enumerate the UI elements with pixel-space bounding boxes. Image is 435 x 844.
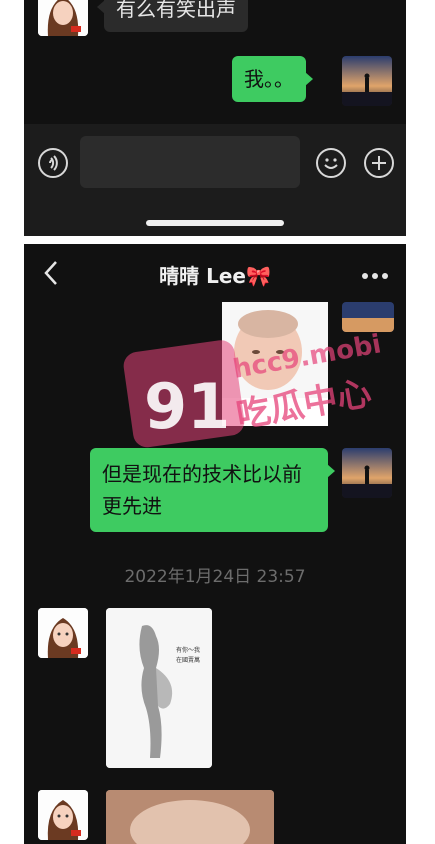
plus-icon[interactable] (364, 148, 394, 178)
message-input[interactable] (80, 136, 300, 188)
chat-panel: 晴晴 Lee🎀 但是现在的技术比以前更先进 2022年1月24日 23:57 有… (24, 244, 406, 844)
contact-avatar[interactable] (38, 790, 88, 840)
incoming-photo[interactable]: 有你～我 在國賣萬 (106, 608, 212, 768)
message-timestamp: 2022年1月24日 23:57 (124, 567, 306, 587)
watermark-number: 91 (144, 370, 230, 443)
contact-avatar[interactable] (38, 0, 88, 36)
incoming-message-bubble[interactable]: 有么有笑出声 (97, 0, 248, 32)
outgoing-message-bubble[interactable]: 但是现在的技术比以前更先进 (90, 448, 335, 532)
incoming-photo-2[interactable] (106, 790, 274, 844)
my-avatar[interactable] (342, 56, 392, 106)
photo-caption: 有你～我 (176, 646, 200, 654)
home-indicator (146, 220, 284, 226)
emoji-icon[interactable] (316, 148, 346, 178)
input-bar (24, 124, 406, 236)
my-avatar-partial[interactable] (342, 302, 394, 332)
outgoing-message-bubble[interactable]: 我。。 (232, 56, 313, 102)
more-icon[interactable] (360, 266, 390, 279)
svg-text:在國賣萬: 在國賣萬 (176, 656, 200, 664)
nav-bar: 晴晴 Lee🎀 (24, 244, 406, 304)
my-avatar[interactable] (342, 448, 392, 498)
baby-photo[interactable] (222, 302, 328, 426)
voice-icon[interactable] (38, 148, 68, 178)
contact-avatar[interactable] (38, 608, 88, 658)
top-chat-panel: 有么有笑出声 我。。 (24, 0, 406, 236)
chat-title: 晴晴 Lee🎀 (159, 264, 271, 288)
